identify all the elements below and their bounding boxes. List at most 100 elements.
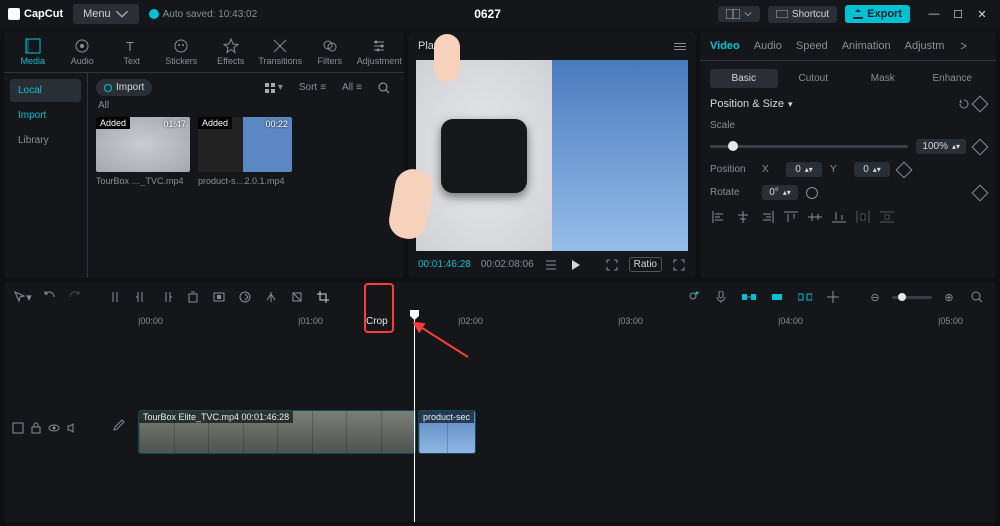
sidebar-item-local[interactable]: Local — [10, 79, 81, 102]
media-clip[interactable]: Added 01:47 TourBox …_TVC.mp4 — [96, 117, 190, 186]
timeline-clip-2[interactable]: product-sec — [418, 410, 476, 454]
align-hcenter-button[interactable] — [734, 210, 752, 224]
filter-all-button[interactable]: All ≡ — [336, 80, 368, 95]
align-right-button[interactable] — [758, 210, 776, 224]
inspector-panel: Video Audio Speed Animation Adjustm Basi… — [700, 32, 996, 278]
eye-icon[interactable] — [48, 422, 60, 434]
reverse-button[interactable] — [234, 286, 256, 308]
search-button[interactable] — [372, 80, 396, 96]
import-button[interactable]: Import — [96, 79, 152, 96]
tab-adjustment[interactable]: Adjustment — [355, 32, 405, 72]
split-button[interactable] — [104, 286, 126, 308]
redo-button[interactable] — [64, 286, 86, 308]
tab-audio[interactable]: Audio — [58, 32, 108, 72]
keyframe-icon[interactable] — [972, 96, 989, 113]
tab-transitions[interactable]: Transitions — [256, 32, 306, 72]
tab-audio[interactable]: Audio — [754, 40, 782, 52]
main-track-magnet[interactable] — [738, 286, 760, 308]
preview-axis-button[interactable] — [822, 286, 844, 308]
split-left-button[interactable] — [130, 286, 152, 308]
subtab-cutout[interactable]: Cutout — [780, 69, 848, 88]
media-icon — [25, 38, 41, 54]
fullscreen-icon[interactable] — [672, 258, 686, 272]
rotate-dial[interactable] — [806, 187, 818, 199]
pencil-icon[interactable] — [112, 418, 126, 432]
keyframe-icon[interactable] — [972, 138, 989, 155]
align-top-button[interactable] — [782, 210, 800, 224]
undo-button[interactable] — [38, 286, 60, 308]
timeline-ruler[interactable]: |00:00 |01:00 |02:00 |03:00 |04:00 |05:0… — [4, 312, 996, 330]
timeline-tracks[interactable]: TourBox Elite_TVC.mp4 00:01:46:28 produc… — [4, 330, 996, 522]
tab-effects[interactable]: Effects — [206, 32, 256, 72]
media-panel: Media Audio TText Stickers Effects Trans… — [4, 32, 404, 278]
crop-button[interactable] — [312, 286, 334, 308]
zoom-out-button[interactable]: ⊖ — [864, 286, 886, 308]
tab-adjustment[interactable]: Adjustm — [905, 40, 945, 52]
cursor-snap-button[interactable] — [682, 286, 704, 308]
effects-icon — [223, 38, 239, 54]
rotate-input[interactable]: 0°▴▾ — [762, 185, 798, 200]
rotate-button[interactable] — [286, 286, 308, 308]
scan-icon[interactable] — [605, 258, 619, 272]
media-clip[interactable]: Added 00:22 product-s…2.0.1.mp4 — [198, 117, 292, 186]
freeze-button[interactable] — [208, 286, 230, 308]
collapse-icon[interactable] — [12, 422, 24, 434]
timeline-clip-1[interactable]: TourBox Elite_TVC.mp4 00:01:46:28 — [138, 410, 416, 454]
shortcut-button[interactable]: Shortcut — [768, 6, 837, 23]
subtab-enhance[interactable]: Enhance — [919, 69, 987, 88]
align-bottom-button[interactable] — [830, 210, 848, 224]
view-grid-button[interactable]: ▾ — [259, 80, 289, 95]
ratio-button[interactable]: Ratio — [629, 257, 662, 272]
tab-speed[interactable]: Speed — [796, 40, 828, 52]
zoom-slider[interactable] — [892, 296, 932, 299]
mic-button[interactable] — [710, 286, 732, 308]
align-vcenter-button[interactable] — [806, 210, 824, 224]
sort-button[interactable]: Sort ≡ — [293, 80, 332, 95]
list-icon[interactable] — [544, 258, 558, 272]
added-badge: Added — [198, 117, 232, 129]
more-icon[interactable] — [958, 41, 968, 51]
keyframe-icon[interactable] — [896, 161, 913, 178]
zoom-fit-button[interactable] — [966, 286, 988, 308]
layout-button[interactable] — [718, 6, 760, 22]
subtab-basic[interactable]: Basic — [710, 69, 778, 88]
split-right-button[interactable] — [156, 286, 178, 308]
tab-text[interactable]: TText — [107, 32, 157, 72]
mirror-button[interactable] — [260, 286, 282, 308]
keyframe-icon[interactable] — [972, 184, 989, 201]
player-menu-button[interactable] — [674, 43, 686, 50]
position-x-input[interactable]: 0▴▾ — [786, 162, 822, 177]
zoom-in-button[interactable]: ⊕ — [938, 286, 960, 308]
sidebar-item-import[interactable]: Import — [10, 104, 81, 127]
position-y-input[interactable]: 0▴▾ — [854, 162, 890, 177]
distribute-v-button[interactable] — [878, 210, 896, 224]
sidebar-item-library[interactable]: Library — [10, 129, 81, 152]
lock-icon[interactable] — [30, 422, 42, 434]
player-viewport[interactable] — [416, 60, 688, 251]
align-left-button[interactable] — [710, 210, 728, 224]
scale-slider[interactable] — [710, 145, 908, 148]
tab-stickers[interactable]: Stickers — [157, 32, 207, 72]
tab-filters[interactable]: Filters — [305, 32, 355, 72]
scale-value[interactable]: 100%▴▾ — [916, 139, 966, 154]
tab-media[interactable]: Media — [8, 32, 58, 72]
linkage-button[interactable] — [794, 286, 816, 308]
distribute-h-button[interactable] — [854, 210, 872, 224]
tab-animation[interactable]: Animation — [842, 40, 891, 52]
maximize-button[interactable]: ☐ — [948, 5, 968, 23]
pointer-tool[interactable]: ▾ — [12, 286, 34, 308]
play-button[interactable] — [568, 258, 582, 272]
reset-icon[interactable] — [958, 98, 970, 110]
export-button[interactable]: Export — [845, 5, 910, 23]
auto-snap-button[interactable] — [766, 286, 788, 308]
section-title: Position & Size — [710, 98, 784, 110]
minimize-button[interactable]: — — [924, 5, 944, 23]
clip-name: product-s…2.0.1.mp4 — [198, 176, 292, 186]
close-button[interactable]: ✕ — [972, 5, 992, 23]
playhead[interactable] — [414, 312, 415, 522]
delete-button[interactable] — [182, 286, 204, 308]
tab-video[interactable]: Video — [710, 40, 740, 52]
subtab-mask[interactable]: Mask — [849, 69, 917, 88]
menu-button[interactable]: Menu — [73, 4, 139, 24]
mute-icon[interactable] — [66, 422, 78, 434]
